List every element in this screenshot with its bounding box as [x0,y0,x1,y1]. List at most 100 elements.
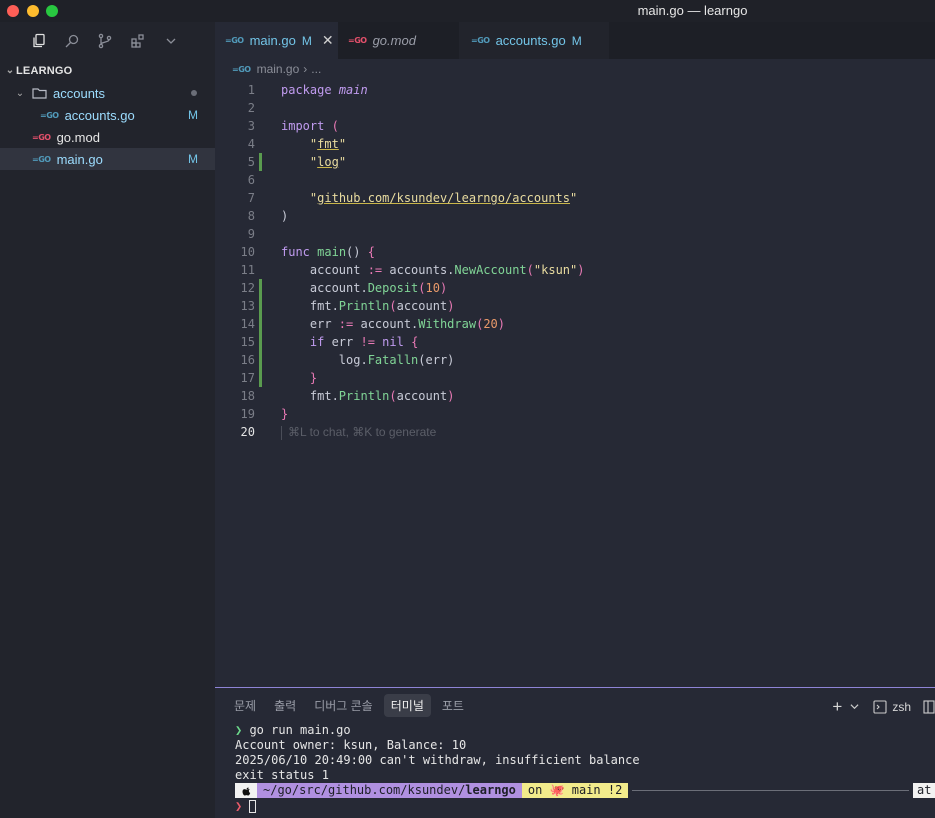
tab-main-go[interactable]: =GO main.go M ✕ [215,22,338,59]
git-status-badge: M [188,108,198,122]
line-number: 16 [240,353,255,367]
code-line: 19} [215,405,935,423]
chevron-down-icon: ⌄ [5,65,15,76]
line-number: 6 [247,173,255,187]
search-icon[interactable] [63,32,81,50]
code-line: 2 [215,99,935,117]
code-line: 17 } [215,369,935,387]
code-line: 15 if err != nil { [215,333,935,351]
code-line: 12 account.Deposit(10) [215,279,935,297]
prompt-arrow-icon: ❯ [235,723,250,737]
prompt-divider [632,790,909,791]
line-number: 11 [240,263,255,277]
terminal-cursor [249,800,257,813]
line-number: 17 [240,371,255,385]
go-file-icon: =GO [225,36,244,45]
tree-item-label: accounts [53,85,106,101]
go-mod-icon: =GO [32,132,51,142]
code-text: account := accounts.NewAccount("ksun") [281,263,585,277]
split-terminal-icon[interactable] [923,700,935,714]
line-number: 20 [240,425,255,439]
code-line: 5 "log" [215,153,935,171]
prompt-git-status: on 🐙 main !2 [521,783,629,798]
terminal-profile[interactable]: zsh [873,700,911,714]
code-editor[interactable]: 1 package main 2 3 import ( 4 "fmt" 5 "log… [215,81,935,441]
tree-item-main-go[interactable]: =GO main.go M [0,148,215,170]
folder-icon [32,88,47,99]
tab-ports[interactable]: 포트 [435,694,471,717]
tab-problems[interactable]: 문제 [227,694,263,717]
tree-item-accounts-go[interactable]: =GO accounts.go M [0,104,215,126]
tab-accounts-go[interactable]: =GO accounts.go M [459,22,609,59]
code-text: ) [281,209,289,223]
code-text: func main() { [281,245,375,259]
line-number: 13 [240,299,255,313]
code-text: package main [281,83,368,97]
tree-item-go-mod[interactable]: =GO go.mod [0,126,215,148]
close-icon[interactable]: ✕ [322,32,334,49]
editor-tab-bar: =GO main.go M ✕ =GO go.mod =GO accounts.… [215,22,935,59]
breadcrumb-more[interactable]: ... [311,62,321,76]
chevron-down-icon[interactable] [162,32,180,50]
code-text: if err != nil { [309,335,419,349]
sidebar: ⌄ LEARNGO ⌄ accounts =GO accounts.go M =… [0,22,215,818]
line-number: 5 [247,155,255,169]
code-text: fmt.Println(account) [281,299,455,313]
tab-label: go.mod [372,33,416,48]
code-line: 8) [215,207,935,225]
code-text: "fmt" [309,137,347,151]
code-text: err := account.Withdraw(20) [281,317,505,331]
line-number: 9 [247,227,255,241]
git-status-badge: M [188,152,198,166]
prompt-right-segment: at [913,783,935,798]
tab-terminal[interactable]: 터미널 [383,693,431,717]
line-number: 15 [240,335,255,349]
breadcrumb-separator: › [303,62,308,76]
code-line: 6 [215,171,935,189]
line-number: 18 [240,389,255,403]
git-added-marker [259,153,262,171]
code-line: 10 func main() { [215,243,935,261]
shell-name: zsh [892,700,911,714]
git-added-marker [259,297,262,315]
ai-hint-text: ⌘L to chat, ⌘K to generate [281,423,436,441]
terminal-output[interactable]: ❯ go run main.go Account owner: ksun, Ba… [235,723,640,783]
source-control-icon[interactable] [96,32,114,50]
line-number: 10 [240,245,255,259]
code-text: log.Fatalln(err) [281,353,455,367]
extensions-icon[interactable] [129,32,147,50]
new-terminal-button[interactable]: + [832,697,842,717]
terminal-input-line[interactable]: ❯ [235,799,257,813]
code-text: } [281,407,289,421]
tab-modified-badge: M [571,33,582,48]
line-number: 19 [240,407,255,421]
tree-folder-accounts[interactable]: ⌄ accounts [0,82,215,104]
panel-tab-bar: 문제 출력 디버그 콘솔 터미널 포트 [215,688,935,722]
breadcrumb-file[interactable]: main.go [257,62,300,76]
chevron-down-icon: ⌄ [15,87,25,99]
code-line: 18 fmt.Println(account) [215,387,935,405]
chevron-down-icon[interactable] [850,700,859,714]
explorer-root[interactable]: ⌄ LEARNGO [0,60,215,82]
tab-output[interactable]: 출력 [267,694,303,717]
prompt-path-prefix: ~/go/src/github.com/ksundev/ [263,783,466,797]
code-line: 7 "github.com/ksundev/learngo/accounts" [215,189,935,207]
code-line-current: 20 ⌘L to chat, ⌘K to generate [215,423,935,441]
code-text: "github.com/ksundev/learngo/accounts" [309,191,578,205]
files-icon[interactable] [30,32,48,50]
git-added-marker [259,333,262,351]
bottom-panel: 문제 출력 디버그 콘솔 터미널 포트 + zsh ❯ go run main.… [215,687,935,818]
tree-item-label: go.mod [56,129,100,145]
terminal-line: Account owner: ksun, Balance: 10 [235,738,467,752]
activity-bar [0,22,215,60]
code-text: account.Deposit(10) [281,281,448,295]
go-file-icon: =GO [232,64,251,74]
code-text: fmt.Println(account) [281,389,455,403]
prompt-path: ~/go/src/github.com/ksundev/learngo [257,783,522,798]
line-number: 7 [247,191,255,205]
window-title: main.go — learngo [637,3,748,18]
modified-dot [191,90,197,96]
tab-label: accounts.go [495,33,566,48]
tab-debug-console[interactable]: 디버그 콘솔 [307,694,380,717]
tab-go-mod[interactable]: =GO go.mod [338,22,459,59]
